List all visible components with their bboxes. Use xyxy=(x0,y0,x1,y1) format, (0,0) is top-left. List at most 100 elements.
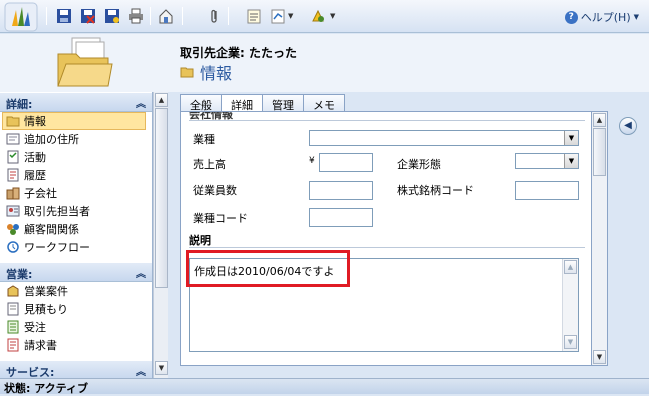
collapse-panel-icon[interactable]: ◀ xyxy=(619,117,637,135)
scroll-down-button[interactable]: ▼ xyxy=(155,361,168,375)
nav-section-title: 詳細: xyxy=(6,98,33,111)
form-panel: 会社情報 業種 ▼ 売上高 ¥ 企業形態 ▼ 従業員数 株式銘柄コード 業種コー… xyxy=(180,111,592,366)
nav-section-title: サービス: xyxy=(6,366,55,378)
industry-select[interactable]: ▼ xyxy=(309,130,579,146)
nav-item-label: 請求書 xyxy=(24,339,57,352)
scrollbar-thumb[interactable] xyxy=(155,108,168,288)
nav-item-label: 受注 xyxy=(24,321,46,334)
status-bar: 状態: アクティブ xyxy=(0,378,649,395)
collapse-chevron-icon[interactable]: ︽ xyxy=(136,265,146,280)
help-menu[interactable]: ? ヘルプ(H) ▼ xyxy=(564,9,639,25)
ticker-label: 株式銘柄コード xyxy=(397,184,474,197)
help-label: ヘルプ(H) xyxy=(580,11,631,24)
textarea-scrollbar[interactable]: ▲ ▼ xyxy=(562,259,578,351)
history-icon xyxy=(7,168,19,182)
scroll-up-button[interactable]: ▲ xyxy=(593,113,606,127)
nav-item[interactable]: 顧客間関係 xyxy=(0,220,152,238)
form-scrollbar[interactable]: ▲ ▼ xyxy=(592,111,608,366)
chevron-down-icon[interactable]: ▼ xyxy=(564,131,578,145)
activity-icon xyxy=(7,150,19,164)
save-close-icon[interactable] xyxy=(80,8,96,24)
section-divider xyxy=(189,120,585,121)
form-icon xyxy=(6,116,20,127)
nav-item[interactable]: 子会社 xyxy=(0,184,152,202)
toolbar-separator xyxy=(150,7,151,25)
opportunity-icon xyxy=(7,285,19,297)
chevron-down-icon: ▼ xyxy=(633,13,639,21)
tab-strip: 全般 詳細 管理 メモ xyxy=(180,94,345,113)
nav-item[interactable]: 情報 xyxy=(2,112,146,130)
nav-item-label: 追加の住所 xyxy=(24,133,79,146)
chevron-down-icon[interactable]: ▼ xyxy=(564,154,578,168)
print-icon[interactable] xyxy=(128,8,144,24)
nav-item[interactable]: 受注 xyxy=(0,318,152,336)
nav-item-label: 活動 xyxy=(24,151,46,164)
collapse-chevron-icon[interactable]: ︽ xyxy=(136,363,146,378)
scroll-up-button[interactable]: ▲ xyxy=(155,93,168,107)
order-icon xyxy=(7,320,19,334)
toolbar-separator xyxy=(228,7,229,25)
nav-item[interactable]: 見積もり xyxy=(0,300,152,318)
report-dropdown-icon[interactable]: ▼ xyxy=(288,12,293,20)
nav-item-label: 顧客間関係 xyxy=(24,223,79,236)
note-icon[interactable] xyxy=(246,8,262,24)
scroll-down-button[interactable]: ▼ xyxy=(564,335,577,349)
employees-label: 従業員数 xyxy=(193,184,237,197)
record-type-title: 取引先企業: たたった xyxy=(180,46,297,60)
scroll-down-button[interactable]: ▼ xyxy=(593,350,606,364)
save-new-icon[interactable] xyxy=(104,8,120,24)
nav-item[interactable]: 履歴 xyxy=(0,166,152,184)
record-header: 取引先企業: たたった 情報 xyxy=(0,34,649,92)
nav-section-details[interactable]: 詳細: ︽ xyxy=(0,92,152,112)
sic-code-label: 業種コード xyxy=(193,212,248,225)
nav-item[interactable]: ワークフロー xyxy=(0,238,152,256)
nav-section-service[interactable]: サービス: ︽ xyxy=(0,360,152,378)
relationship-icon xyxy=(7,224,19,235)
collapse-chevron-icon[interactable]: ︽ xyxy=(136,95,146,110)
form-icon xyxy=(180,67,194,78)
industry-label: 業種 xyxy=(193,133,215,146)
assign-icon[interactable] xyxy=(158,8,174,24)
nav-scrollbar[interactable]: ▲ ▼ xyxy=(153,92,168,378)
page-title: 情報 xyxy=(180,60,232,84)
highlight-annotation xyxy=(186,250,350,287)
currency-symbol: ¥ xyxy=(309,156,315,166)
left-navigation: 詳細: ︽ 情報追加の住所活動履歴子会社取引先担当者 顧客間関係ワークフロー 営業… xyxy=(0,92,153,378)
employees-input[interactable] xyxy=(309,181,373,200)
workflow-dropdown-icon[interactable]: ▼ xyxy=(330,12,335,20)
nav-item-label: 営業案件 xyxy=(24,285,68,298)
revenue-label: 売上高 xyxy=(193,158,226,171)
attach-icon[interactable] xyxy=(206,8,222,24)
status-text: 状態: アクティブ xyxy=(4,382,89,395)
ticker-input[interactable] xyxy=(515,181,579,200)
tab[interactable]: 全般 xyxy=(180,94,222,112)
report-icon[interactable] xyxy=(270,8,286,24)
nav-item-label: 取引先担当者 xyxy=(24,205,90,218)
scroll-up-button[interactable]: ▲ xyxy=(564,260,577,274)
nav-item[interactable]: 活動 xyxy=(0,148,152,166)
workflow-icon[interactable] xyxy=(310,8,326,24)
nav-item-label: 見積もり xyxy=(24,303,68,316)
revenue-input[interactable] xyxy=(319,153,373,172)
nav-section-sales[interactable]: 営業: ︽ xyxy=(0,262,152,282)
tab[interactable]: 管理 xyxy=(262,94,304,112)
invoice-icon xyxy=(7,338,19,352)
address-icon xyxy=(6,133,20,145)
scrollbar-thumb[interactable] xyxy=(593,128,606,176)
nav-item[interactable]: 請求書 xyxy=(0,336,152,354)
quote-icon xyxy=(7,302,19,316)
help-icon: ? xyxy=(564,10,578,24)
contact-icon xyxy=(6,205,20,217)
nav-item-label: 履歴 xyxy=(24,169,46,182)
sic-code-input[interactable] xyxy=(309,208,373,227)
nav-item-label: 子会社 xyxy=(24,187,57,200)
subsidiary-icon xyxy=(6,187,20,200)
nav-item-label: ワークフロー xyxy=(24,241,90,254)
tab[interactable]: メモ xyxy=(303,94,345,112)
toolbar: ▼ ▼ ? ヘルプ(H) ▼ xyxy=(0,0,649,33)
nav-item[interactable]: 追加の住所 xyxy=(0,130,152,148)
save-icon[interactable] xyxy=(56,8,72,24)
nav-item[interactable]: 取引先担当者 xyxy=(0,202,152,220)
nav-item[interactable]: 営業案件 xyxy=(0,282,152,300)
ownership-select[interactable]: ▼ xyxy=(515,153,579,169)
